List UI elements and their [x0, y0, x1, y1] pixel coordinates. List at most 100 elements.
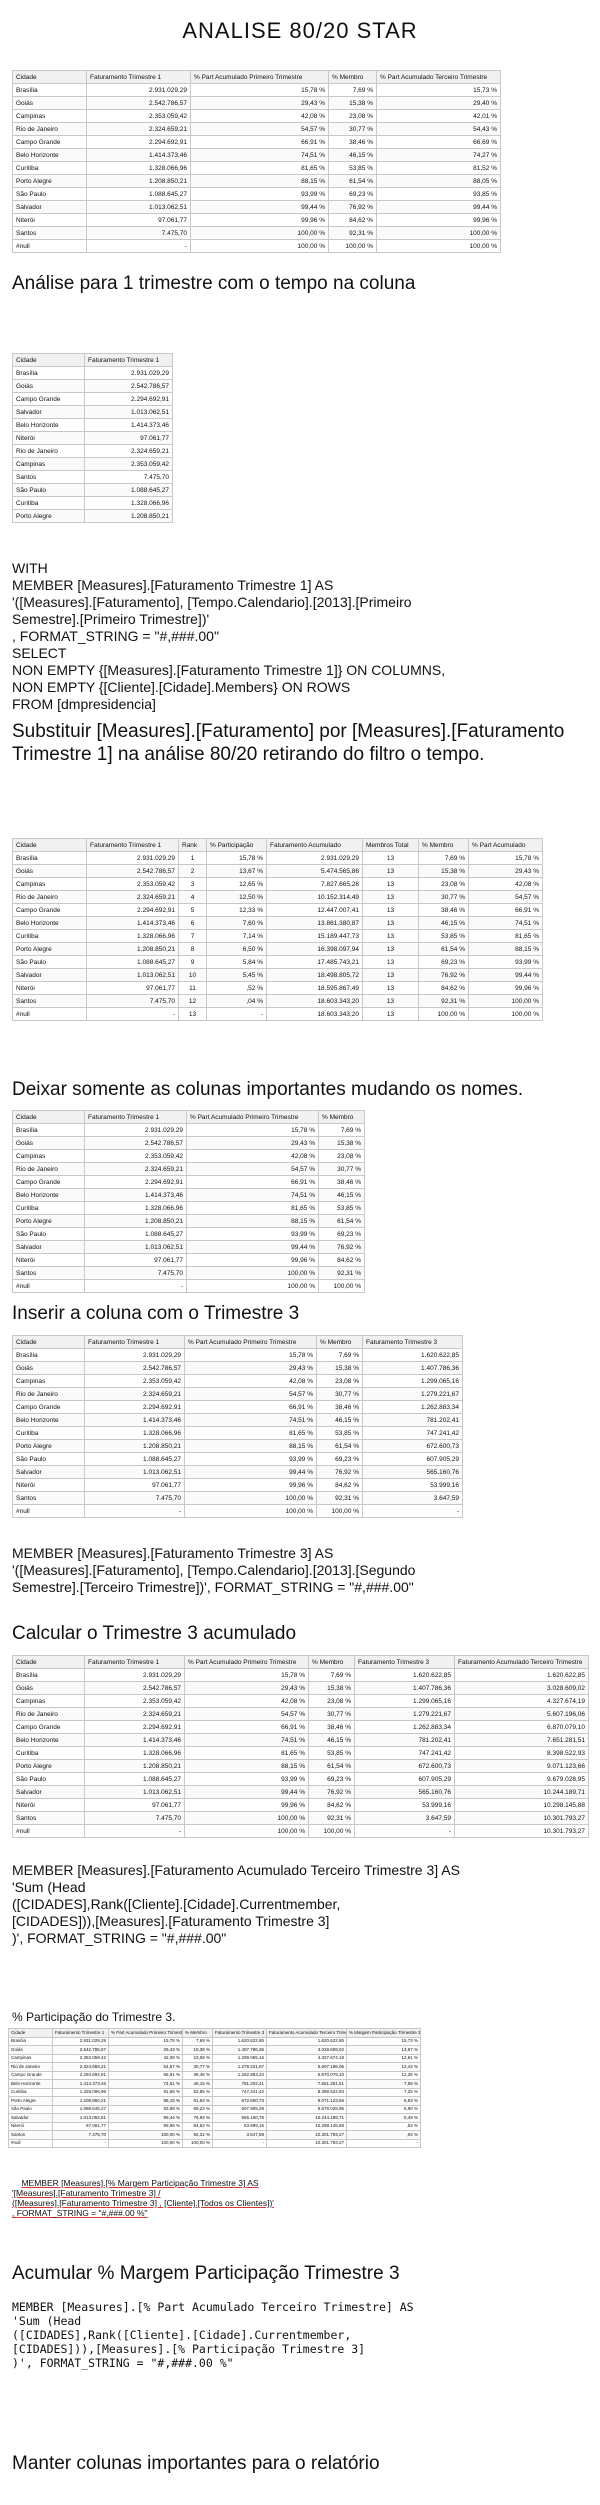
table-row: Porto Alegre 1.208.850,21	[12, 509, 173, 523]
value-cell: 2.294.692,91	[52, 2070, 109, 2080]
column-header: % Membro	[316, 1335, 363, 1349]
city-cell: Rio de Janeiro	[12, 1387, 85, 1401]
value-cell: 54,57 %	[190, 122, 329, 136]
value-cell: ,52 %	[346, 2121, 421, 2131]
table-row: Santos 7.475,70 100,00 % 92,31 %	[12, 1266, 365, 1280]
value-cell: 15,38 %	[418, 864, 469, 878]
value-cell: 2.353.059,42	[84, 1694, 185, 1708]
value-cell: 81,65 %	[468, 929, 543, 943]
city-cell: Belo Horizonte	[8, 2079, 53, 2089]
value-cell: 10.298.145,88	[266, 2121, 347, 2131]
value-cell: 10.301.793,27	[266, 2138, 347, 2148]
value-cell: 12,26 %	[346, 2070, 421, 2080]
value-cell: 7,60 %	[206, 916, 267, 930]
table-row: Curitiba 1.328.066,96 81,65 % 53,85 % 747.24…	[12, 1746, 589, 1760]
table-row: Goiás 2.542.786,57 29,43 % 15,38 % 1.407.786…	[12, 1681, 589, 1695]
value-cell: 2.353.059,42	[84, 1374, 185, 1388]
value-cell: 2	[178, 864, 207, 878]
value-cell: 46,15 %	[316, 1413, 363, 1427]
value-cell: 99,96 %	[184, 1478, 317, 1492]
city-cell: Santos	[12, 1491, 85, 1505]
value-cell: 13	[362, 968, 419, 982]
value-cell: 97.061,77	[84, 1798, 185, 1812]
value-cell: ,04 %	[346, 2130, 421, 2140]
city-cell: Campo Grande	[8, 2070, 53, 2080]
city-cell: Campo Grande	[12, 392, 85, 406]
value-cell: 7,58 %	[346, 2079, 421, 2089]
table-row: Brasília 2.931.029,29 15,78 % 7,69 % 1.620.6…	[12, 1668, 589, 1682]
value-cell: -	[84, 1504, 185, 1518]
value-cell: -	[86, 239, 191, 253]
value-cell: 54,57 %	[468, 890, 543, 904]
table-row: Rio de Janeiro 2.324.659,21 54,57 % 30,77 %…	[12, 1707, 589, 1721]
value-cell: 69,23 %	[328, 187, 377, 201]
value-cell: 53,85 %	[328, 161, 377, 175]
value-cell: 1.407.786,36	[212, 2045, 267, 2055]
table-row: São Paulo 1.088.645,27 93,99 % 69,23 % 607.9…	[8, 2104, 421, 2114]
value-cell: 53,85 %	[318, 1201, 365, 1215]
table-row: Rio de Janeiro 2.324.659,21 54,57 % 30,77 %…	[12, 1387, 463, 1401]
table-row: #null -100,00 % 100,00 % 100,00 %	[12, 239, 501, 253]
value-cell: 10.244.189,71	[454, 1785, 589, 1799]
city-cell: Goiás	[12, 1681, 85, 1695]
value-cell: 38,46 %	[418, 903, 469, 917]
table-row: Porto Alegre 1.208.850,21 88,15 % 61,54 % 67…	[12, 1759, 589, 1773]
value-cell: 10.301.793,27	[454, 1824, 589, 1838]
city-cell: Niterói	[12, 1478, 85, 1492]
value-cell: 61,54 %	[318, 1214, 365, 1228]
table-row: Santos 7.475,70 100,00 % 92,31 % 3.647,59 10.…	[12, 1811, 589, 1825]
city-cell: Curitiba	[12, 929, 87, 943]
value-cell: 66,91 %	[108, 2070, 183, 2080]
value-cell: 2.542.786,57	[84, 1681, 185, 1695]
value-cell: 30,77 %	[182, 2062, 213, 2072]
value-cell: 54,57 %	[186, 1162, 319, 1176]
value-cell: 5	[178, 903, 207, 917]
value-cell: 13	[362, 994, 419, 1008]
value-cell: 84,62 %	[308, 1798, 355, 1812]
value-cell: 1.620.622,85	[354, 1668, 455, 1682]
value-cell: 1.013.062,51	[84, 1465, 185, 1479]
column-header: Faturamento Trimestre 1	[84, 1110, 187, 1124]
table-row: Porto Alegre 1.208.850,21 88,15 % 61,54 % 67…	[8, 2096, 421, 2106]
city-cell: Campinas	[12, 1694, 85, 1708]
column-header: Membros Total	[362, 838, 419, 852]
value-cell: 747.241,42	[212, 2087, 267, 2097]
value-cell: 7,69 %	[316, 1348, 363, 1362]
table-row: Rio de Janeiro 2.324.659,21 54,57 % 30,77 %…	[12, 122, 501, 136]
table-row: Campo Grande 2.294.692,91 5 12,33 % 12.447.0…	[12, 903, 543, 917]
important-columns-table: Cidade Faturamento Trimestre 1% Part Acum…	[12, 1110, 365, 1293]
value-cell: 1.620.622,85	[362, 1348, 463, 1362]
value-cell: 781.202,41	[212, 2079, 267, 2089]
table-row: Belo Horizonte 1.414.373,46	[12, 418, 173, 432]
value-cell: 29,40 %	[376, 96, 501, 110]
value-cell: 30,77 %	[328, 122, 377, 136]
column-header: % Membro	[418, 838, 469, 852]
mdx-member-quarter3-share: MEMBER [Measures].[% Margem Participação…	[12, 2168, 592, 2228]
table-header-row: Cidade Faturamento Trimestre 1% Part Acum…	[12, 1655, 589, 1669]
city-cell: Goiás	[12, 379, 85, 393]
table-row: Rio de Janeiro 2.324.659,21	[12, 444, 173, 458]
city-cell: São Paulo	[12, 1227, 85, 1241]
value-cell: 100,00 %	[328, 239, 377, 253]
value-cell: 29,43 %	[184, 1361, 317, 1375]
table-row: Campo Grande 2.294.692,91 66,91 % 38,46 % 1.…	[12, 1400, 463, 1414]
value-cell: 53,85 %	[182, 2087, 213, 2097]
city-cell: Santos	[12, 470, 85, 484]
value-cell: 23,08 %	[418, 877, 469, 891]
value-cell: 92,31 %	[316, 1491, 363, 1505]
value-cell: 81,65 %	[190, 161, 329, 175]
table-header-row: Cidade Faturamento Trimestre 1% Part Acum…	[12, 1335, 463, 1349]
value-cell: 5,45 %	[206, 968, 267, 982]
table-row: #null -13-18.603.343,20 13 100,00 % 100,00 %	[12, 1007, 543, 1021]
value-cell: 2.542.786,57	[84, 379, 173, 393]
value-cell: 84,62 %	[318, 1253, 365, 1267]
column-header: % Part Acumulado Primeiro Trimestre	[108, 2028, 183, 2038]
value-cell: 1.407.786,36	[362, 1361, 463, 1375]
city-cell: Belo Horizonte	[12, 916, 87, 930]
value-cell: 99,96 %	[468, 981, 543, 995]
value-cell: 61,54 %	[316, 1439, 363, 1453]
value-cell: 69,23 %	[418, 955, 469, 969]
value-cell: 2.931.029,29	[84, 366, 173, 380]
table-row: São Paulo 1.088.645,27 93,99 % 69,23 % 93,85…	[12, 187, 501, 201]
value-cell: 607.905,29	[354, 1772, 455, 1786]
